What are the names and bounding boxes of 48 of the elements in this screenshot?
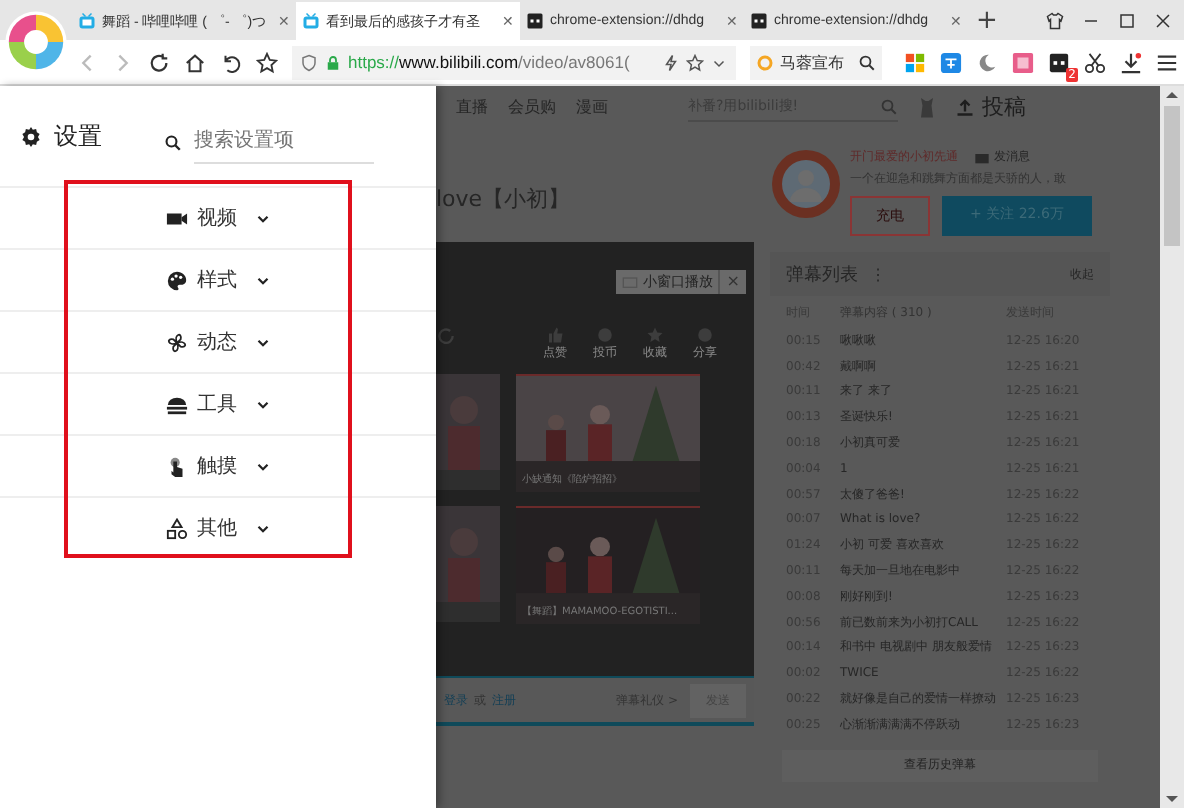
star-icon: [646, 326, 664, 344]
extension-icon: [526, 12, 544, 30]
touch-icon: [165, 455, 187, 477]
new-tab-button[interactable]: +: [976, 5, 998, 35]
scroll-down-icon[interactable]: [1164, 794, 1180, 806]
mail-icon: [974, 149, 990, 165]
close-button[interactable]: ×: [718, 270, 746, 294]
moon-icon[interactable]: [976, 51, 998, 73]
grid-icon[interactable]: [904, 51, 926, 73]
search-icon: [164, 133, 182, 151]
search-icon[interactable]: [858, 53, 876, 71]
shield-icon: [300, 53, 318, 71]
search-icon: [880, 97, 898, 115]
home-icon[interactable]: [184, 51, 206, 73]
extension-icon[interactable]: [1048, 51, 1070, 73]
fan-icon: [165, 331, 187, 353]
scissors-icon[interactable]: [1084, 51, 1106, 73]
extension-icon: [750, 12, 768, 30]
search-field[interactable]: 马蓉宣布: [750, 45, 882, 79]
scrollbar-thumb[interactable]: [1164, 106, 1180, 246]
close-icon[interactable]: [1154, 11, 1172, 29]
upload-icon: [956, 98, 974, 116]
thumbs-up-icon: [546, 326, 564, 344]
palette-icon: [165, 269, 187, 291]
shapes-icon: [165, 517, 187, 539]
star-icon[interactable]: [686, 53, 704, 71]
shirt-icon[interactable]: [1046, 11, 1064, 29]
ring-icon: [756, 53, 774, 71]
address-field[interactable]: https://www.bilibili.com/video/av8061(: [292, 45, 736, 79]
reload-icon[interactable]: [148, 51, 170, 73]
undo-icon[interactable]: [220, 51, 242, 73]
lightning-icon[interactable]: [662, 53, 680, 71]
settings-title: 设置: [54, 119, 104, 153]
bookmark-square-icon[interactable]: [1012, 51, 1034, 73]
settings-search-field[interactable]: 搜索设置项: [194, 121, 374, 163]
translate-icon[interactable]: [940, 51, 962, 73]
tv-icon: [78, 12, 96, 30]
toolbox-icon: [165, 393, 187, 415]
settings-icon: [20, 125, 42, 147]
lock-icon: [324, 53, 342, 71]
maximize-icon[interactable]: [1118, 11, 1136, 29]
coin-icon: [596, 326, 614, 344]
upload-button[interactable]: 投稿: [956, 92, 1026, 122]
download-icon[interactable]: [1120, 51, 1142, 73]
tv-icon: [302, 12, 320, 30]
menu-icon[interactable]: [1156, 51, 1178, 73]
star-icon[interactable]: [256, 51, 278, 73]
scrollbar[interactable]: [1160, 86, 1184, 808]
